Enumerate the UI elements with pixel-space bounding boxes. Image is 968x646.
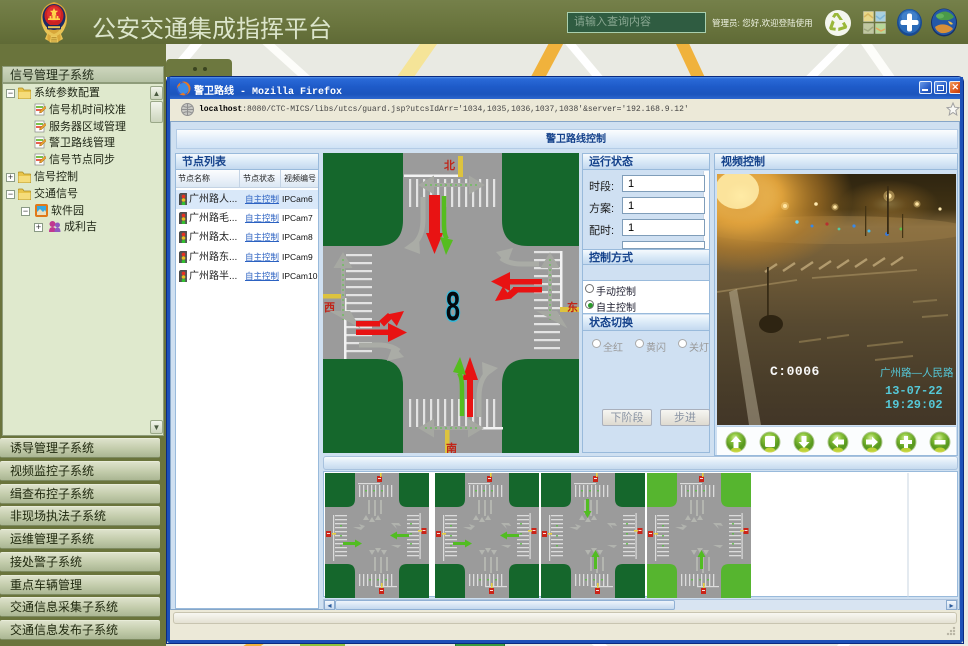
- svg-text:13-07-22: 13-07-22: [885, 384, 943, 398]
- svg-text:广州路—人民路: 广州路—人民路: [880, 366, 954, 379]
- svg-text:南: 南: [446, 441, 457, 453]
- svg-text:东: 东: [567, 300, 578, 314]
- svg-text:C:0006: C:0006: [770, 364, 820, 379]
- svg-text:19:29:02: 19:29:02: [885, 398, 943, 412]
- svg-text:北: 北: [444, 158, 455, 172]
- svg-text:8: 8: [446, 284, 460, 330]
